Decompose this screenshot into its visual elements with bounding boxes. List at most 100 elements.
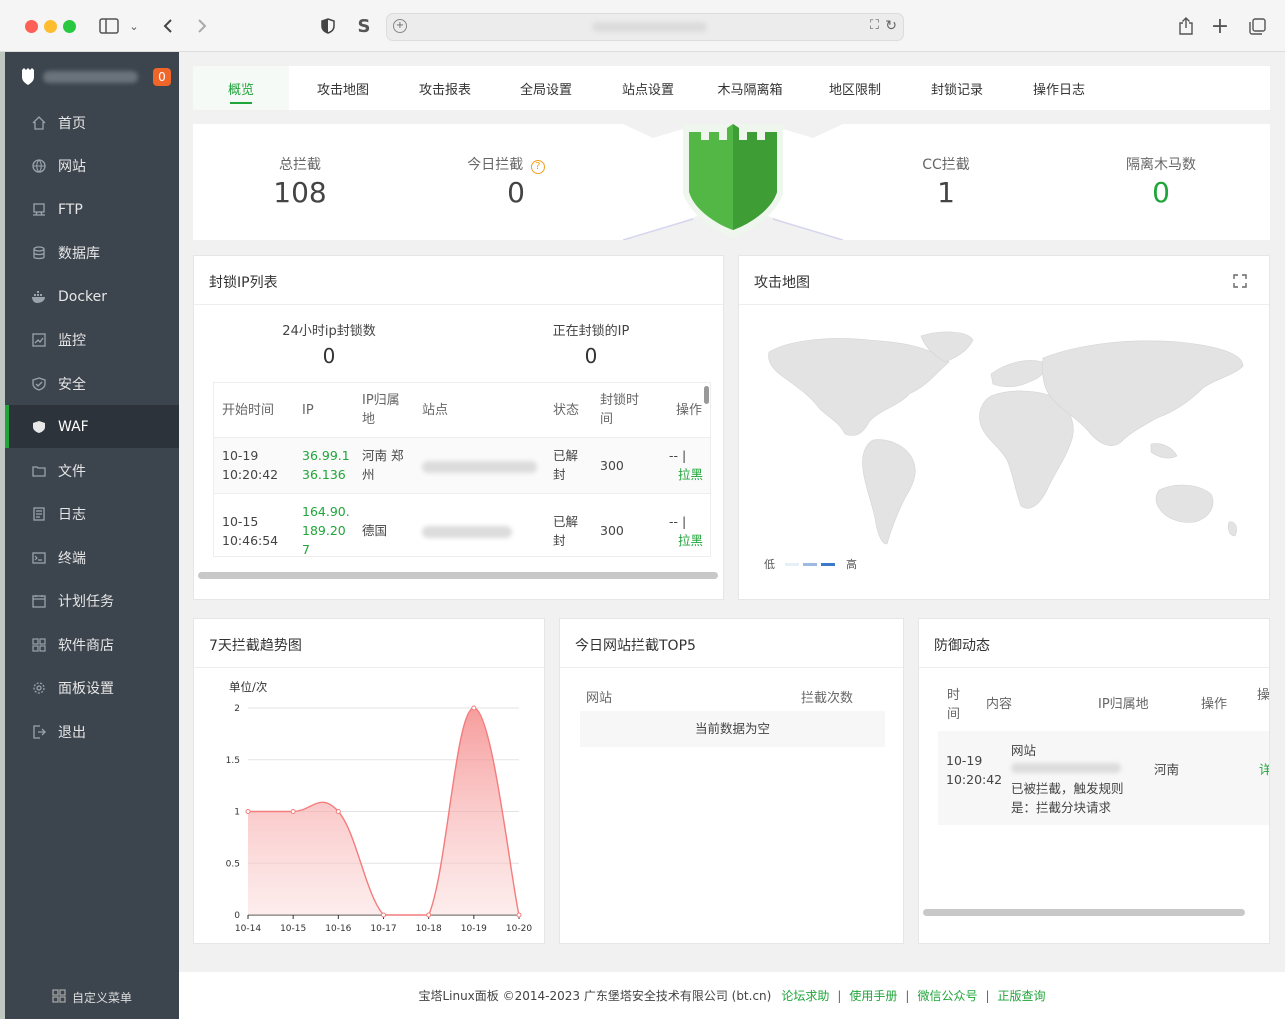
tab-global-settings[interactable]: 全局设置 [495,66,597,110]
new-tab-icon[interactable]: + [1210,14,1230,39]
sidebar-item-terminal[interactable]: 终端 [5,536,179,579]
col-action: 操作 [676,403,703,418]
forward-icon[interactable] [192,14,212,38]
minimize-window-button[interactable] [44,20,57,33]
sidebar-item-logout[interactable]: 退出 [5,710,179,753]
divider [919,667,1269,668]
sidebar-item-logs[interactable]: 日志 [5,492,179,535]
detail-link[interactable]: 详 [1259,760,1269,779]
tab-attack-report[interactable]: 攻击报表 [394,66,496,110]
blacklist-link[interactable]: 拉黑 [678,465,703,484]
custom-menu-button[interactable]: 自定义菜单 [52,989,132,1006]
col-site: 站点 [422,403,449,418]
wechat-link[interactable]: 微信公众号 [917,987,977,1004]
extension-icon[interactable]: S [354,14,374,38]
tab-region-limit[interactable]: 地区限制 [805,66,905,110]
tab-trojan-quarantine[interactable]: 木马隔离箱 [699,66,801,110]
notification-badge[interactable]: 0 [153,68,171,86]
y-tick-label: 2 [234,704,240,714]
sidebar-item-store[interactable]: 软件商店 [5,623,179,666]
tab-attack-map[interactable]: 攻击地图 [292,66,394,110]
sidebar-item-files[interactable]: 文件 [5,449,179,492]
x-tick-label: 10-18 [416,924,442,934]
forum-link[interactable]: 论坛求助 [781,987,829,1004]
maximize-window-button[interactable] [63,20,76,33]
today-block-label-text: 今日拦截 [467,157,524,173]
trojan-count-label: 隔离木马数 [1126,157,1196,173]
share-icon[interactable] [1176,14,1196,38]
translate-icon[interactable]: ⛶ [870,18,879,33]
sidebar-toggle-icon[interactable] [98,14,120,38]
sidebar-item-docker[interactable]: Docker [5,275,179,318]
col-website: 网站 [586,691,613,706]
sidebar-item-ftp[interactable]: FTP [5,188,179,231]
trend-chart: 0 0.5 1 1.5 2 10-14 10-15 10-16 10-17 10-18 10-19 1… [226,704,533,934]
sidebar-item-label: 面板设置 [58,680,114,697]
today-block-value: 0 [507,176,525,209]
tab-block-records[interactable]: 封锁记录 [906,66,1008,110]
grid-icon [52,989,66,1006]
ip-current-label: 正在封锁的IP [552,324,630,339]
cell-ip: 36.99.1 36.136 [302,448,350,482]
sidebar-item-label: 监控 [58,332,86,349]
database-icon [31,245,47,261]
reload-icon[interactable]: ↻ [885,18,897,34]
sidebar-item-monitor[interactable]: 监控 [5,318,179,361]
browser-toolbar: ⌄ S + ⛶ ↻ + [0,0,1285,52]
horizontal-scrollbar[interactable] [198,572,718,579]
waf-emblem-icon [623,124,843,240]
back-icon[interactable] [158,14,178,38]
sidebar-item-database[interactable]: 数据库 [5,231,179,274]
card-title: 防御动态 [934,638,990,654]
horizontal-scrollbar[interactable] [923,909,1245,916]
sidebar-item-home[interactable]: 首页 [5,101,179,144]
divider [194,304,723,305]
sidebar-item-security[interactable]: 安全 [5,362,179,405]
sidebar-item-website[interactable]: 网站 [5,144,179,187]
license-check-link[interactable]: 正版查询 [998,987,1046,1004]
privacy-shield-icon[interactable] [318,14,338,38]
add-page-icon[interactable]: + [393,19,407,33]
y-tick-label: 0 [234,911,240,921]
sidebar-item-settings[interactable]: 面板设置 [5,666,179,709]
legend-swatch [803,563,817,566]
cell-site-label: 网站 [1011,743,1037,758]
cell-duration: 300 [600,523,624,538]
data-point [381,912,386,918]
fullscreen-icon[interactable] [1233,274,1247,292]
tab-overview[interactable]: 概览 [193,66,289,110]
divider [739,304,1269,305]
sidebar-item-label: 文件 [58,463,86,480]
x-tick-label: 10-15 [280,924,306,934]
vertical-scrollbar[interactable] [704,386,709,404]
sidebar-item-waf[interactable]: WAF [5,405,179,448]
home-icon [31,115,47,131]
sidebar-item-label: 终端 [58,550,86,567]
manual-link[interactable]: 使用手册 [849,987,897,1004]
tab-operation-log[interactable]: 操作日志 [1008,66,1110,110]
close-window-button[interactable] [25,20,38,33]
card-title: 7天拦截趋势图 [209,638,302,654]
data-point [290,809,296,814]
blocked-ip-table: 开始时间 IP IP归属地 站点 状态 封锁时间 操作 10-19 10:20:… [213,382,711,557]
data-point [516,912,522,918]
sidebar-item-cron[interactable]: 计划任务 [5,579,179,622]
cell-time: 10-19 10:20:42 [946,753,1003,787]
address-bar[interactable]: + ⛶ ↻ [386,13,904,41]
sidebar-item-label: 首页 [58,115,86,132]
cell-time: 10-19 10:20:42 [222,448,279,482]
stats-panel: 总拦截 108 今日拦截 ? 0 CC拦截 1 隔离木马数 0 [193,124,1270,240]
divider [194,667,544,668]
col-block-count: 拦截次数 [801,691,854,706]
chevron-down-icon[interactable]: ⌄ [127,14,141,38]
ip-24h-value: 0 [322,344,336,368]
tab-site-settings[interactable]: 站点设置 [597,66,699,110]
sidebar-item-label: 网站 [58,158,86,175]
help-icon[interactable]: ? [530,160,545,174]
card-title: 封锁IP列表 [209,275,278,291]
tabs-overview-icon[interactable] [1247,14,1267,38]
world-map [768,331,1244,545]
blacklist-link[interactable]: 拉黑 [678,531,703,550]
terminal-icon [31,550,47,566]
today-block-label: 今日拦截 ? [461,154,551,174]
